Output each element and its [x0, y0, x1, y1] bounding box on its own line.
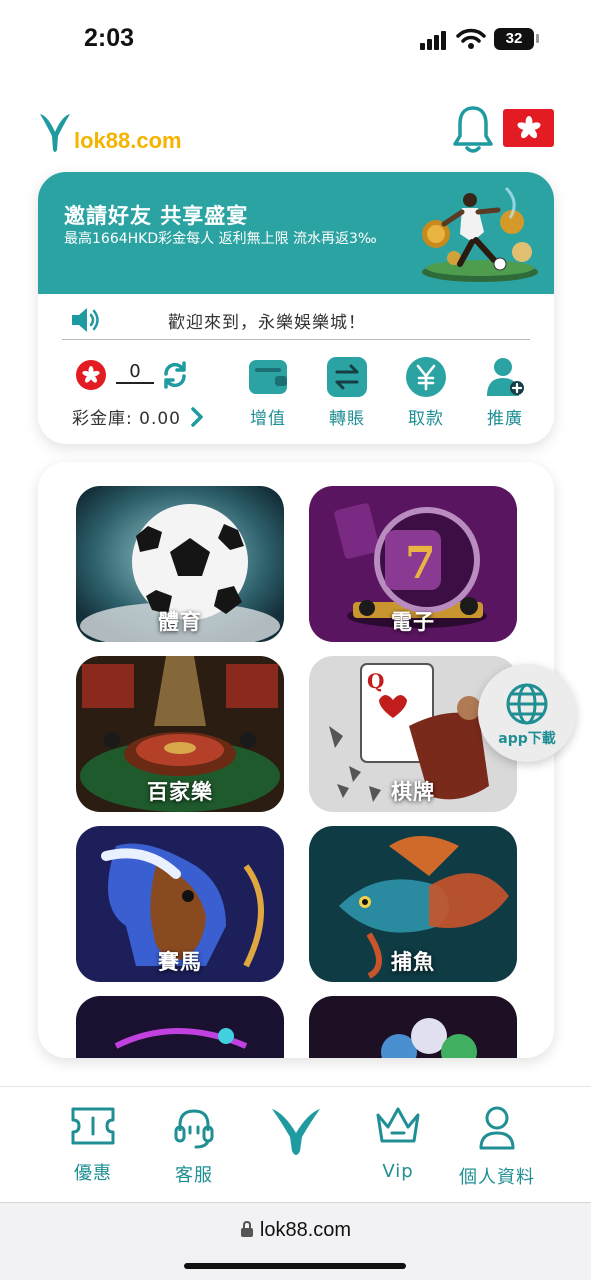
wallet-section: 0 彩金庫: 0.00	[72, 356, 226, 436]
promote-button[interactable]: 推廣	[470, 356, 540, 429]
speaker-icon	[72, 308, 99, 332]
deposit-button[interactable]: 增值	[233, 356, 303, 429]
nav-home[interactable]	[246, 1105, 346, 1171]
battery-cap	[536, 34, 539, 43]
lock-icon	[240, 1220, 253, 1237]
svg-text:7: 7	[405, 538, 436, 589]
bauhinia-icon	[516, 116, 541, 139]
transfer-icon	[326, 356, 368, 398]
nav-profile[interactable]: 個人資料	[447, 1105, 547, 1189]
battery-indicator: 32	[494, 28, 534, 50]
games-grid: 體育 7 電子 百家樂 Q 棋牌 賽馬 捕魚	[38, 462, 554, 1058]
status-time: 2:03	[84, 24, 135, 52]
game-tile-horse-racing[interactable]: 賽馬	[76, 826, 284, 982]
nav-label: 優惠	[74, 1163, 112, 1184]
game-label: 賽馬	[158, 950, 202, 974]
globe-icon	[506, 683, 548, 725]
app-download-button[interactable]: app下載	[478, 664, 576, 762]
promo-illustration	[422, 186, 538, 282]
lottery-balls-image	[309, 996, 517, 1058]
ticket-icon	[71, 1107, 115, 1145]
url-value: lok88.com	[259, 1219, 352, 1241]
game-tile-fishing[interactable]: 捕魚	[309, 826, 517, 982]
transfer-button[interactable]: 轉賬	[312, 356, 382, 429]
gamepad-image	[76, 996, 284, 1058]
game-label: 體育	[158, 610, 202, 634]
nav-label: Vip	[382, 1161, 414, 1182]
announcement-text: 歡迎來到，永樂娛樂城！	[168, 313, 366, 333]
svg-text:Q: Q	[367, 669, 384, 693]
yen-icon	[405, 356, 447, 398]
promo-banner[interactable]: 邀請好友 共享盛宴 最高1664HKD彩金每人 返利無上限 流水再返3‰	[38, 172, 554, 294]
game-label: 棋牌	[391, 780, 435, 804]
nav-support[interactable]: 客服	[144, 1105, 244, 1187]
signal-icon	[420, 30, 448, 50]
game-tile-sports[interactable]: 體育	[76, 486, 284, 642]
logo-text: lok88.com	[74, 128, 182, 153]
logo-mark-icon	[40, 114, 70, 152]
hkd-currency-icon	[76, 360, 106, 390]
nav-promotions[interactable]: 優惠	[43, 1105, 143, 1185]
transfer-label: 轉賬	[329, 409, 365, 429]
bell-icon[interactable]	[452, 104, 494, 154]
add-user-icon	[484, 356, 526, 398]
promote-label: 推廣	[487, 409, 523, 429]
nav-vip[interactable]: Vip	[348, 1105, 448, 1182]
deposit-label: 增值	[250, 409, 286, 429]
nav-label: 個人資料	[459, 1167, 535, 1188]
nav-label: 客服	[175, 1165, 213, 1186]
wifi-icon	[456, 28, 486, 49]
game-label: 電子	[391, 610, 435, 634]
chevron-right-icon	[191, 406, 203, 427]
game-label: 百家樂	[147, 780, 213, 804]
headset-icon	[174, 1109, 214, 1149]
status-bar: 2:03 32	[0, 0, 591, 80]
person-icon	[479, 1106, 515, 1150]
game-tile-slots[interactable]: 7 電子	[309, 486, 517, 642]
browser-url-bar[interactable]: lok88.com	[0, 1202, 591, 1280]
withdraw-button[interactable]: 取款	[391, 356, 461, 429]
announcement-bar: 歡迎來到，永樂娛樂城！	[62, 300, 530, 340]
home-logo-icon	[272, 1109, 320, 1155]
bottom-nav: 優惠 客服 Vip 個人資料	[0, 1086, 591, 1202]
refresh-icon[interactable]	[160, 360, 190, 390]
game-tile-partial-right[interactable]	[309, 996, 517, 1058]
wallet-icon	[247, 356, 289, 398]
url-text: lok88.com	[0, 1219, 591, 1242]
game-tile-baccarat[interactable]: 百家樂	[76, 656, 284, 812]
account-card: 邀請好友 共享盛宴 最高1664HKD彩金每人 返利無上限 流水再返3‰ 歡迎來…	[38, 172, 554, 444]
promo-subtitle: 最高1664HKD彩金每人 返利無上限 流水再返3‰	[64, 231, 377, 247]
withdraw-label: 取款	[408, 409, 444, 429]
crown-icon	[376, 1107, 420, 1143]
app-download-label: app下載	[498, 731, 556, 747]
bonus-vault-label: 彩金庫: 0.00	[72, 409, 181, 429]
home-indicator	[184, 1263, 406, 1269]
game-tile-partial-left[interactable]	[76, 996, 284, 1058]
bonus-vault[interactable]: 彩金庫: 0.00	[72, 404, 203, 429]
balance-value: 0	[116, 362, 154, 384]
site-logo[interactable]: lok88.com	[38, 110, 182, 154]
game-label: 捕魚	[391, 950, 435, 974]
hk-flag-button[interactable]	[503, 109, 554, 147]
promo-title: 邀請好友 共享盛宴	[64, 204, 249, 228]
